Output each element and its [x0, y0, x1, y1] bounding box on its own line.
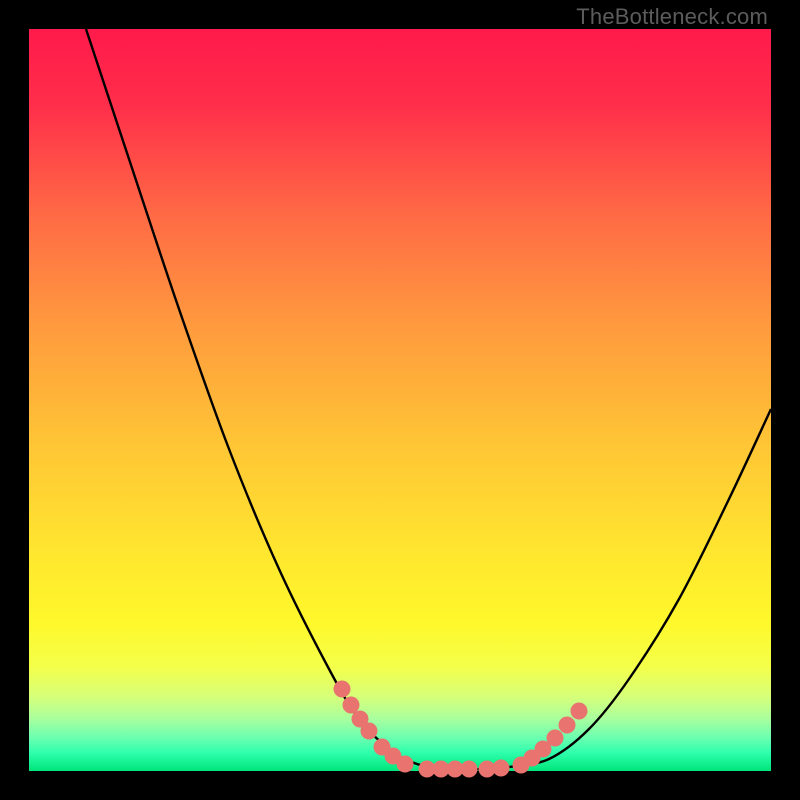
marker-dot	[334, 681, 351, 698]
marker-dot	[559, 717, 576, 734]
bottleneck-curve	[86, 29, 771, 769]
watermark-text: TheBottleneck.com	[576, 4, 768, 30]
marker-dot	[343, 697, 360, 714]
marker-dot	[361, 723, 378, 740]
bottleneck-curve-svg	[29, 29, 771, 771]
marker-cluster-right	[513, 703, 588, 774]
marker-cluster-bottom	[419, 760, 510, 778]
marker-dot	[397, 756, 414, 773]
marker-dot	[547, 730, 564, 747]
marker-dot	[461, 761, 478, 778]
marker-dot	[493, 760, 510, 777]
marker-cluster-left	[334, 681, 414, 773]
marker-dot	[571, 703, 588, 720]
chart-frame	[29, 29, 771, 771]
